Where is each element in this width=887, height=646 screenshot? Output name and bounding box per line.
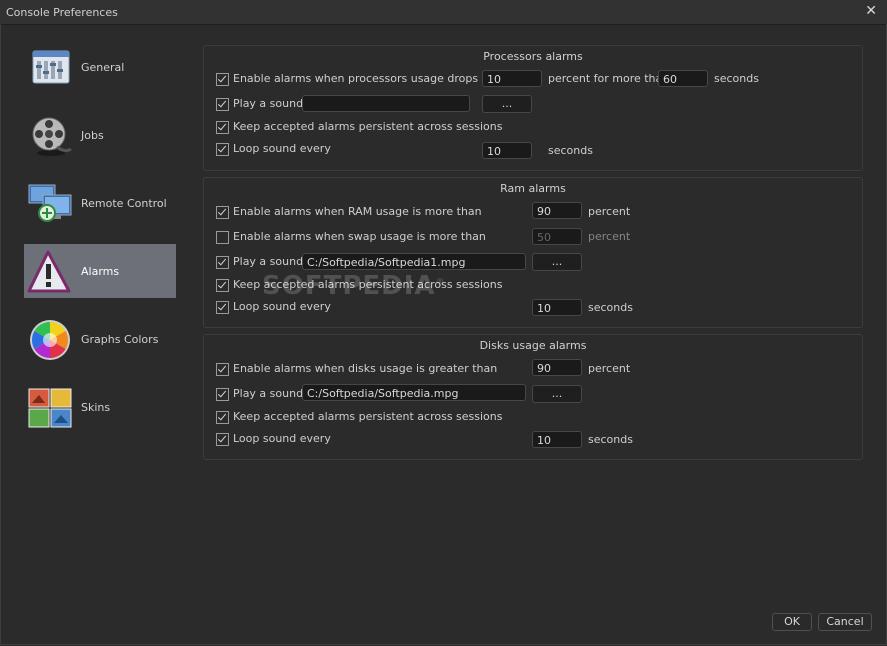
ram-enable-row: Enable alarms when RAM usage is more tha…: [216, 202, 856, 222]
processors-enable-row: Enable alarms when processors usage drop…: [216, 70, 856, 89]
ram-sound-path-input[interactable]: C:/Softpedia/Softpedia1.mpg: [302, 253, 526, 270]
sidebar-item-general[interactable]: General: [24, 40, 176, 94]
group-title: Processors alarms: [483, 50, 583, 63]
processors-loop-input[interactable]: 10: [482, 142, 532, 159]
disks-enable-checkbox[interactable]: [216, 363, 229, 376]
disks-enable-label: Enable alarms when disks usage is greate…: [233, 362, 498, 375]
disks-play-checkbox[interactable]: [216, 388, 229, 401]
sidebar-item-alarms[interactable]: Alarms: [24, 244, 176, 298]
ram-alarms-group: Ram alarms Enable alarms when RAM usage …: [203, 177, 863, 328]
processors-persist-label: Keep accepted alarms persistent across s…: [233, 120, 503, 133]
ram-loop-input[interactable]: 10: [532, 299, 582, 316]
ram-threshold-input[interactable]: 90: [532, 202, 582, 219]
color-wheel-icon: [30, 320, 70, 360]
disks-loop-checkbox[interactable]: [216, 433, 229, 446]
ram-play-label: Play a sound: [233, 255, 304, 268]
warning-triangle-icon: [27, 250, 71, 293]
ram-enable-label: Enable alarms when RAM usage is more tha…: [233, 205, 482, 218]
disks-persist-label: Keep accepted alarms persistent across s…: [233, 410, 503, 423]
processors-sound-path-input[interactable]: [302, 95, 470, 112]
processors-persist-checkbox[interactable]: [216, 121, 229, 134]
disks-persist-row: Keep accepted alarms persistent across s…: [216, 409, 856, 427]
sidebar-item-label: Alarms: [81, 265, 120, 278]
processors-loop-label: Loop sound every: [233, 142, 331, 155]
processors-enable-checkbox[interactable]: [216, 73, 229, 86]
window-title: Console Preferences: [6, 6, 118, 19]
network-computers-icon: [28, 184, 72, 222]
ram-loop-checkbox[interactable]: [216, 301, 229, 314]
sidebar-item-jobs[interactable]: Jobs: [24, 108, 176, 162]
processors-enable-label: Enable alarms when processors usage drop…: [233, 72, 515, 85]
disks-alarms-group: Disks usage alarms Enable alarms when di…: [203, 334, 863, 460]
watermark-text: SOFTPEDIA: [262, 271, 436, 301]
ram-percent-label: percent: [588, 205, 631, 218]
ram-play-row: Play a sound C:/Softpedia/Softpedia1.mpg…: [216, 253, 856, 272]
disks-browse-button[interactable]: ...: [532, 385, 582, 403]
ram-swap-input[interactable]: 50: [532, 228, 582, 245]
processors-duration-input[interactable]: 60: [658, 70, 708, 87]
sidebar-item-label: Skins: [81, 401, 111, 414]
window-settings-icon: [32, 50, 70, 84]
ram-persist-checkbox[interactable]: [216, 279, 229, 292]
disks-loop-input[interactable]: 10: [532, 431, 582, 448]
ram-browse-button[interactable]: ...: [532, 253, 582, 271]
close-icon[interactable]: ✕: [865, 3, 877, 19]
watermark-mark: ®: [435, 277, 446, 288]
disks-percent-label: percent: [588, 362, 631, 375]
sidebar-item-label: General: [81, 61, 125, 74]
processors-threshold-input[interactable]: 10: [482, 70, 542, 87]
sidebar-item-remote-control[interactable]: Remote Control: [24, 176, 176, 230]
ok-button[interactable]: OK: [772, 613, 812, 631]
processors-persist-row: Keep accepted alarms persistent across s…: [216, 119, 856, 137]
disks-enable-row: Enable alarms when disks usage is greate…: [216, 359, 856, 379]
processors-loop-checkbox[interactable]: [216, 143, 229, 156]
group-title: Disks usage alarms: [479, 339, 587, 352]
processors-percent-label: percent for more than: [548, 72, 670, 85]
processors-alarms-group: Processors alarms Enable alarms when pro…: [203, 45, 863, 171]
skins-tiles-icon: [28, 388, 72, 428]
processors-play-label: Play a sound: [233, 97, 304, 110]
ram-swap-unit: percent: [588, 230, 631, 243]
processors-play-row: Play a sound ...: [216, 95, 856, 114]
group-title: Ram alarms: [500, 182, 566, 195]
disks-persist-checkbox[interactable]: [216, 411, 229, 424]
processors-loop-row: Loop sound every 10 seconds: [216, 141, 856, 159]
ram-swap-checkbox[interactable]: [216, 231, 229, 244]
sidebar-item-label: Remote Control: [81, 197, 167, 210]
processors-play-checkbox[interactable]: [216, 98, 229, 111]
ram-play-checkbox[interactable]: [216, 256, 229, 269]
ram-loop-row: Loop sound every 10 seconds: [216, 299, 856, 317]
sidebar-item-label: Graphs Colors: [81, 333, 159, 346]
sidebar: General Jobs Remote Control Alarms Graph…: [24, 40, 176, 448]
ram-loop-unit: seconds: [588, 301, 633, 314]
title-bar: Console Preferences ✕: [0, 0, 887, 25]
ram-loop-label: Loop sound every: [233, 300, 331, 313]
disks-sound-path-input[interactable]: C:/Softpedia/Softpedia.mpg: [302, 384, 526, 401]
ram-enable-checkbox[interactable]: [216, 206, 229, 219]
disks-threshold-input[interactable]: 90: [532, 359, 582, 376]
sidebar-item-graphs-colors[interactable]: Graphs Colors: [24, 312, 176, 366]
ram-swap-label: Enable alarms when swap usage is more th…: [233, 230, 486, 243]
sidebar-item-skins[interactable]: Skins: [24, 380, 176, 434]
disks-loop-row: Loop sound every 10 seconds: [216, 431, 856, 449]
processors-browse-button[interactable]: ...: [482, 95, 532, 113]
cancel-button[interactable]: Cancel: [818, 613, 872, 631]
film-reel-icon: [32, 117, 72, 156]
sidebar-item-label: Jobs: [81, 129, 104, 142]
disks-loop-unit: seconds: [588, 433, 633, 446]
processors-loop-unit: seconds: [548, 144, 593, 157]
processors-seconds-label: seconds: [714, 72, 759, 85]
disks-play-label: Play a sound: [233, 387, 304, 400]
disks-loop-label: Loop sound every: [233, 432, 331, 445]
ram-swap-row: Enable alarms when swap usage is more th…: [216, 228, 856, 247]
softpedia-watermark: SOFTPEDIA®: [262, 271, 446, 301]
disks-play-row: Play a sound C:/Softpedia/Softpedia.mpg …: [216, 384, 856, 404]
